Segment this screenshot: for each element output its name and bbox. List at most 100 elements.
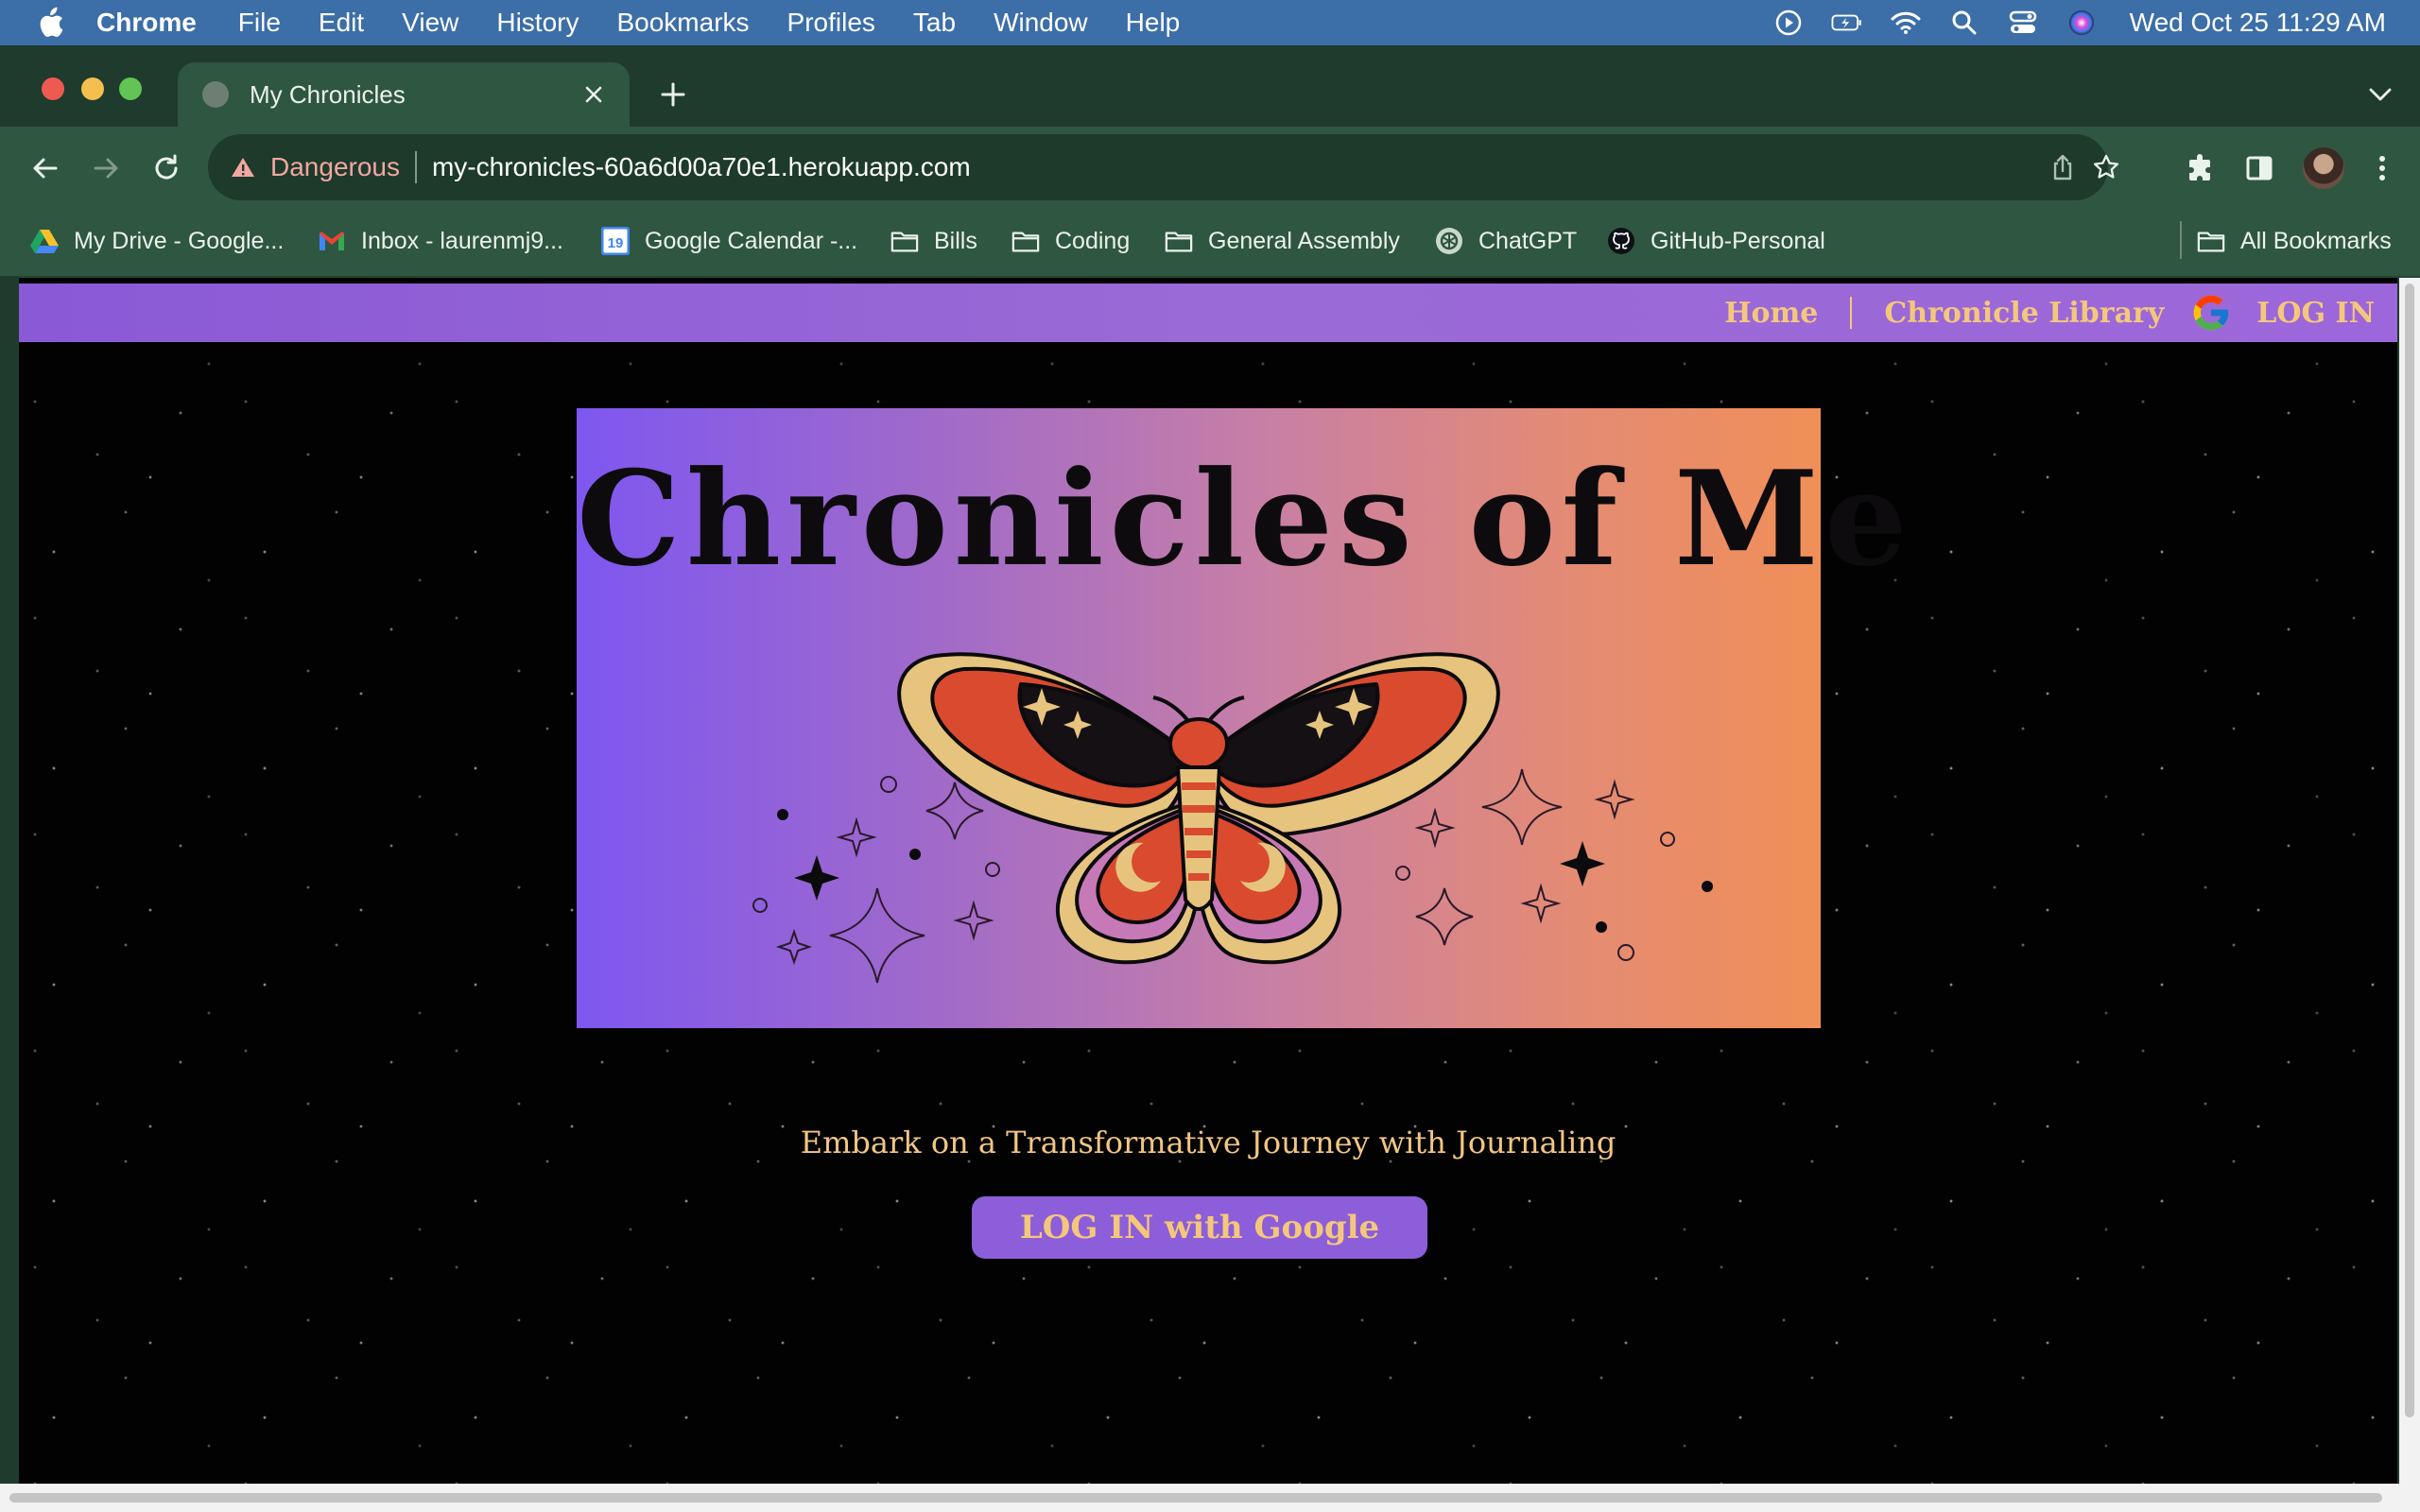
- scrollbar-thumb[interactable]: [2405, 284, 2414, 1418]
- warning-icon[interactable]: [229, 153, 257, 181]
- web-page: Home Chronicle Library LOG IN Chronicles…: [19, 278, 2397, 1484]
- share-icon[interactable]: [2046, 150, 2080, 184]
- tab-search-chevron-icon[interactable]: [2363, 77, 2397, 112]
- play-icon[interactable]: [1772, 9, 1805, 37]
- bookmark-label: GitHub-Personal: [1651, 227, 1825, 254]
- bookmark-folder-general-assembly[interactable]: General Assembly: [1165, 217, 1400, 265]
- site-nav-bar: Home Chronicle Library LOG IN: [19, 284, 2397, 342]
- circle-outline-icon: [1660, 832, 1675, 847]
- sparkle-outline-icon: [829, 887, 925, 984]
- menu-profiles[interactable]: Profiles: [787, 8, 875, 38]
- address-bar[interactable]: Dangerous my-chronicles-60a6d00a70e1.her…: [208, 134, 2119, 200]
- nav-divider: [1850, 297, 1853, 329]
- apple-icon[interactable]: [36, 7, 64, 39]
- hero-banner: Chronicles of Me: [577, 408, 1908, 1028]
- reload-icon[interactable]: [146, 147, 187, 189]
- circle-outline-icon: [985, 862, 1000, 877]
- dot-icon: [909, 849, 921, 860]
- moth-body: [897, 652, 1500, 965]
- bookmark-label: All Bookmarks: [2240, 227, 2392, 254]
- menu-bookmarks[interactable]: Bookmarks: [616, 8, 749, 38]
- moth-illustration: [752, 652, 1713, 984]
- star-icon[interactable]: [2089, 150, 2123, 184]
- window-zoom-button[interactable]: [119, 77, 142, 100]
- tab-title: My Chronicles: [250, 79, 406, 109]
- bookmark-label: My Drive - Google...: [74, 227, 285, 254]
- google-calendar-icon: 19: [601, 227, 630, 255]
- star-outline-icon: [1594, 779, 1635, 820]
- menu-app-name[interactable]: Chrome: [96, 8, 197, 38]
- window-minimize-button[interactable]: [81, 77, 104, 100]
- star-outline-icon: [836, 816, 877, 858]
- menubar-status-area: Wed Oct 25 11:29 AM: [1772, 0, 2386, 45]
- login-with-google-button[interactable]: LOG IN with Google: [972, 1196, 1427, 1259]
- macos-menu-bar: Chrome File Edit View History Bookmarks …: [0, 0, 2420, 45]
- back-icon[interactable]: [25, 147, 66, 189]
- bookmark-folder-coding[interactable]: Coding: [1011, 217, 1130, 265]
- sparkle-icon: [794, 855, 839, 901]
- bookmarks-divider: [2180, 221, 2182, 259]
- menu-history[interactable]: History: [496, 8, 579, 38]
- google-icon: [2193, 295, 2229, 331]
- security-status-label[interactable]: Dangerous: [270, 152, 400, 182]
- star-outline-icon: [1414, 807, 1456, 849]
- bookmark-my-drive[interactable]: My Drive - Google...: [30, 217, 284, 265]
- spotlight-icon[interactable]: [1948, 9, 1980, 37]
- menu-edit[interactable]: Edit: [319, 8, 364, 38]
- horizontal-scrollbar[interactable]: [0, 1484, 2420, 1512]
- all-bookmarks-button[interactable]: All Bookmarks: [2197, 217, 2392, 265]
- control-center-icon[interactable]: [2007, 9, 2039, 37]
- menu-window[interactable]: Window: [994, 8, 1088, 38]
- bookmark-chatgpt[interactable]: ChatGPT: [1435, 217, 1577, 265]
- bookmark-github-personal[interactable]: GitHub-Personal: [1607, 217, 1825, 265]
- scrollbar-thumb[interactable]: [9, 1493, 2382, 1503]
- nav-home-link[interactable]: Home: [1724, 297, 1818, 330]
- forward-icon[interactable]: [85, 147, 127, 189]
- bookmark-label: Google Calendar -...: [645, 227, 858, 254]
- star-outline-icon: [775, 928, 813, 966]
- star-outline-icon: [1520, 883, 1562, 924]
- hero-tagline: Embark on a Transformative Journey with …: [800, 1125, 1616, 1160]
- siri-icon[interactable]: [2066, 9, 2098, 37]
- menubar-clock[interactable]: Wed Oct 25 11:29 AM: [2130, 8, 2386, 38]
- nav-chronicle-library-link[interactable]: Chronicle Library: [1884, 297, 2164, 330]
- bookmark-label: General Assembly: [1208, 227, 1400, 254]
- menu-view[interactable]: View: [402, 8, 458, 38]
- menu-tab[interactable]: Tab: [913, 8, 956, 38]
- folder-icon: [890, 227, 919, 255]
- nav-login-link[interactable]: LOG IN: [2256, 297, 2375, 330]
- bookmark-inbox[interactable]: Inbox - laurenmj9...: [318, 217, 563, 265]
- vertical-scrollbar[interactable]: [2399, 278, 2420, 1484]
- bookmark-label: Bills: [934, 227, 977, 254]
- profile-avatar[interactable]: [2303, 147, 2344, 189]
- circle-outline-icon: [1395, 866, 1410, 881]
- gmail-icon: [318, 227, 346, 255]
- globe-icon: [202, 81, 229, 108]
- github-icon: [1607, 227, 1635, 255]
- battery-icon[interactable]: [1831, 9, 1863, 37]
- tab-close-icon[interactable]: [577, 77, 611, 112]
- bookmark-label: ChatGPT: [1478, 227, 1578, 254]
- url-text[interactable]: my-chronicles-60a6d00a70e1.herokuapp.com: [432, 152, 971, 182]
- omnibox-divider: [414, 151, 417, 183]
- dot-icon: [1596, 921, 1607, 933]
- bookmark-google-calendar[interactable]: 19 Google Calendar -...: [601, 217, 857, 265]
- folder-icon: [1011, 227, 1040, 255]
- wifi-icon[interactable]: [1890, 9, 1922, 37]
- menu-help[interactable]: Help: [1126, 8, 1181, 38]
- star-outline-icon: [953, 900, 994, 941]
- more-icon[interactable]: [2361, 147, 2403, 189]
- extensions-icon[interactable]: [2180, 147, 2221, 189]
- background-window-edge: [0, 276, 19, 1512]
- side-panel-icon[interactable]: [2238, 147, 2280, 189]
- bookmark-folder-bills[interactable]: Bills: [890, 217, 977, 265]
- bookmark-label: Coding: [1055, 227, 1131, 254]
- tab-my-chronicles[interactable]: My Chronicles: [178, 62, 630, 127]
- window-close-button[interactable]: [42, 77, 64, 100]
- new-tab-button[interactable]: [652, 74, 694, 115]
- circle-outline-icon: [752, 898, 768, 913]
- calendar-badge-number: 19: [608, 235, 624, 251]
- circle-outline-icon: [1617, 944, 1634, 961]
- menu-file[interactable]: File: [238, 8, 281, 38]
- folder-icon: [2197, 227, 2225, 255]
